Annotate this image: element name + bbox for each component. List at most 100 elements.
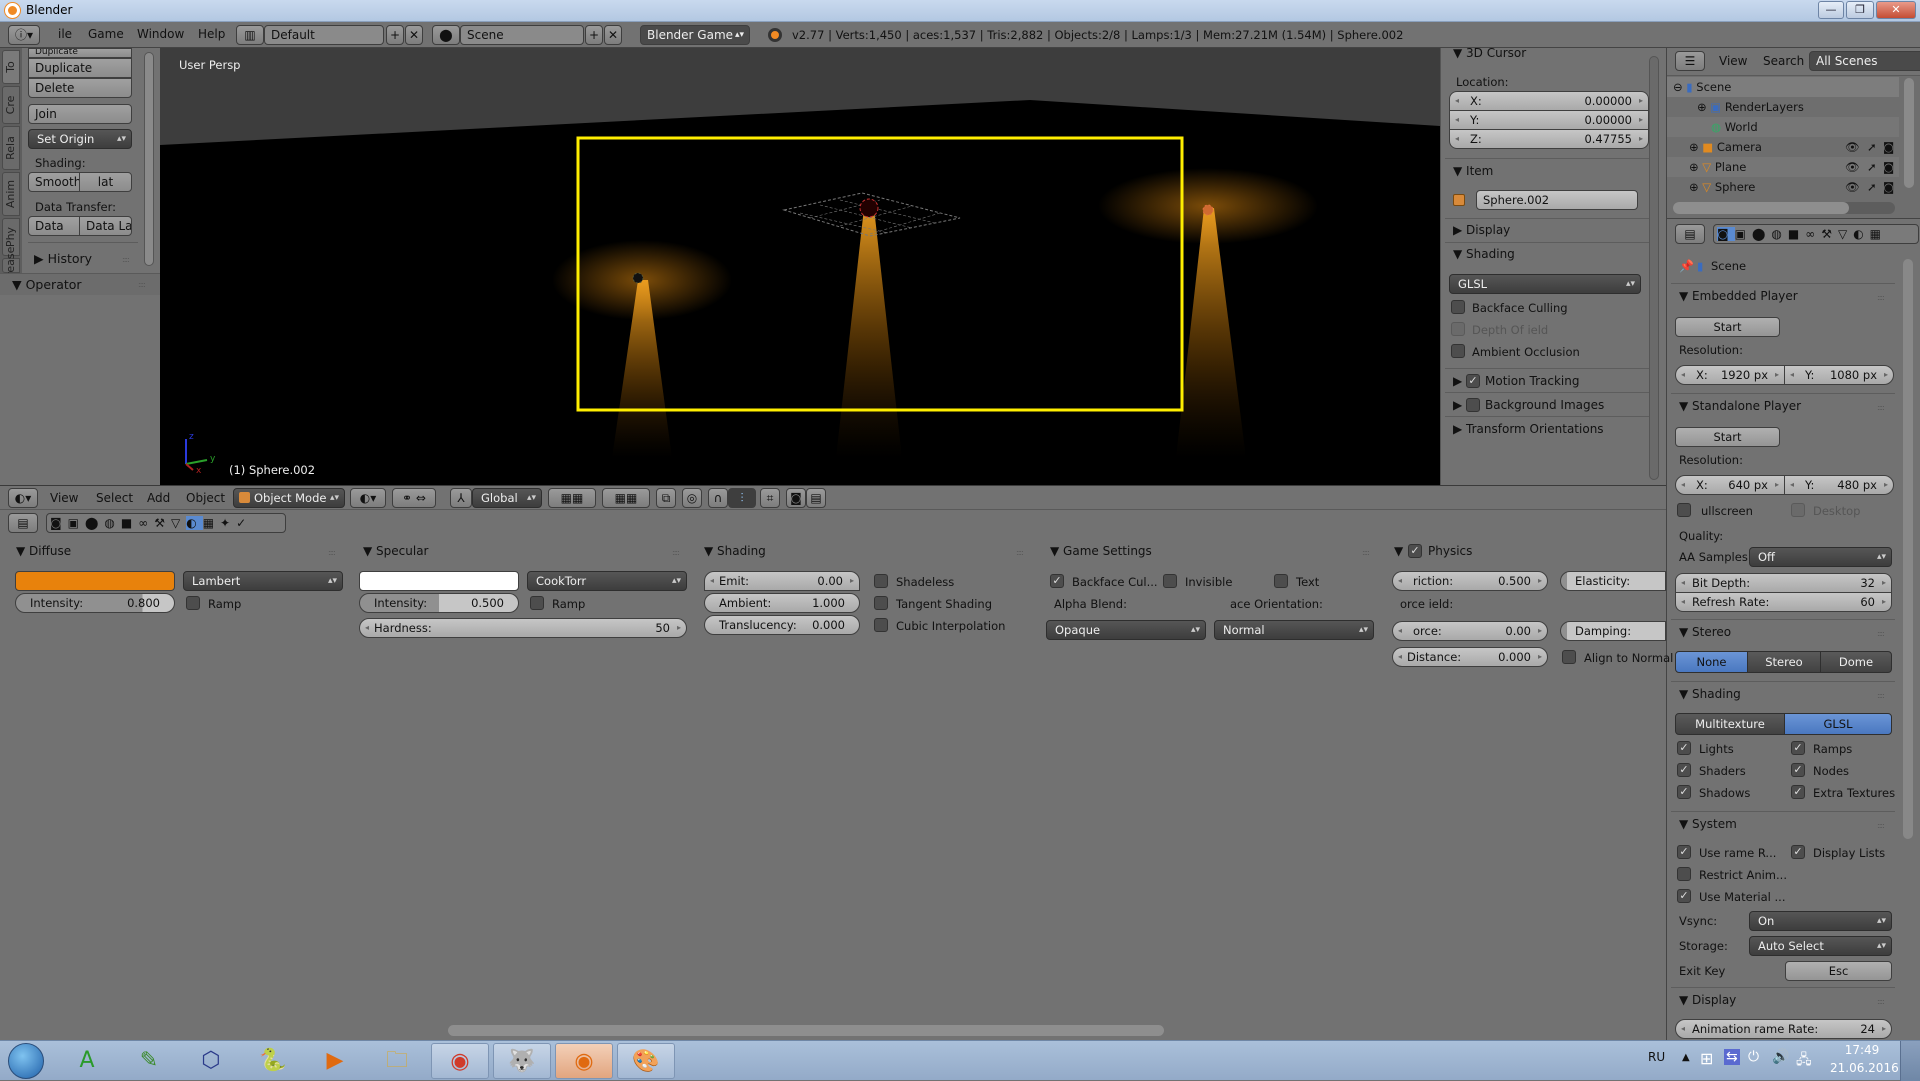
multitexture-option[interactable]: Multitexture — [1675, 713, 1785, 735]
tool-shelf-scrollbar[interactable] — [144, 52, 154, 266]
scene-icon[interactable]: ⬤ — [432, 25, 460, 45]
tab-create[interactable]: Cre — [2, 86, 20, 124]
hardness-field[interactable]: ◂ Hardness: 50 ▸ — [359, 618, 687, 638]
shadows-checkbox[interactable]: ✓ — [1677, 785, 1691, 799]
outliner-item-plane[interactable]: ⊕ ▽ Plane 👁 ➚ ◙ — [1667, 157, 1899, 177]
vsync-dropdown[interactable]: On ▴▾ — [1749, 911, 1892, 931]
embedded-start-button[interactable]: Start — [1675, 317, 1780, 337]
align-to-normal-checkbox[interactable] — [1562, 650, 1576, 664]
restore-button[interactable]: ❐ — [1846, 1, 1874, 19]
background-images-panel-header[interactable]: ▶ — [1453, 398, 1462, 412]
outliner-display-mode-dropdown[interactable]: All Scenes — [1809, 51, 1920, 71]
viewport-shading-icon[interactable]: ◐▾ — [350, 488, 386, 508]
extra-textures-checkbox[interactable]: ✓ — [1791, 785, 1805, 799]
panel-grip-icon[interactable]: :::: — [672, 548, 680, 557]
exit-key-button[interactable]: Esc — [1785, 961, 1892, 981]
outliner-item-renderlayers[interactable]: ⊕ ▣ RenderLayers — [1667, 97, 1899, 117]
specular-shader-dropdown[interactable]: CookTorr ▴▾ — [527, 571, 687, 591]
taskbar-app-blender-active[interactable]: ◉ — [555, 1043, 613, 1079]
menu-add[interactable]: Add — [147, 491, 170, 505]
clock-time[interactable]: 17:49 — [1842, 1043, 1882, 1057]
viewport-scene[interactable]: z y x — [160, 48, 1440, 485]
panel-grip-icon[interactable]: :::: — [1877, 403, 1885, 412]
layout-selector[interactable]: Default — [264, 25, 384, 45]
visibility-eye-icon[interactable]: 👁 — [1845, 137, 1860, 157]
pivot-point-icon[interactable]: ⚭ ⇔ — [392, 488, 436, 508]
3d-cursor-panel-header[interactable]: ▼ 3D Cursor — [1453, 46, 1526, 60]
select-arrow-icon[interactable]: ➚ — [1867, 177, 1877, 197]
panel-grip-icon[interactable]: :::: — [1016, 548, 1024, 557]
proportional-edit-icon[interactable]: ◎ — [682, 488, 702, 508]
physics-panel-header[interactable]: ▼ — [1394, 544, 1403, 558]
pin-icon[interactable]: 📌 — [1679, 259, 1694, 273]
object-name-field[interactable]: Sphere.002 — [1476, 190, 1638, 210]
shaders-checkbox[interactable]: ✓ — [1677, 763, 1691, 777]
panel-grip-icon[interactable]: :::: — [1877, 821, 1885, 830]
panel-grip-icon[interactable]: :::: — [328, 548, 336, 557]
depth-of-field-checkbox[interactable] — [1451, 322, 1465, 336]
specular-panel-header[interactable]: ▼ Specular — [363, 544, 429, 558]
outliner-vscrollbar[interactable] — [1904, 78, 1914, 188]
emit-field[interactable]: ◂ Emit: 0.00 ▸ — [704, 571, 860, 591]
delete-button[interactable]: Delete — [28, 78, 132, 98]
storage-dropdown[interactable]: Auto Select ▴▾ — [1749, 936, 1892, 956]
ambient-slider[interactable]: Ambient: 1.000 — [704, 593, 860, 613]
menu-game[interactable]: Game — [88, 27, 124, 41]
use-material-checkbox[interactable]: ✓ — [1677, 889, 1691, 903]
add-layout-icon[interactable]: + — [386, 25, 404, 45]
panel-grip-icon[interactable]: :::: — [1877, 293, 1885, 302]
snap-magnet-icon[interactable]: ∩ — [708, 488, 728, 508]
translucency-slider[interactable]: Translucency: 0.000 — [704, 615, 860, 635]
power-plug-icon[interactable]: ⏻ — [1748, 1049, 1759, 1065]
remove-layout-icon[interactable]: ✕ — [405, 25, 423, 45]
embedded-res-x-field[interactable]: ◂ X: 1920 px ▸ — [1675, 365, 1785, 385]
panel-grip-icon[interactable]: :::: — [1877, 629, 1885, 638]
outliner-hscrollbar[interactable] — [1673, 202, 1849, 214]
visibility-eye-icon[interactable]: 👁 — [1845, 157, 1860, 177]
menu-select[interactable]: Select — [96, 491, 133, 505]
standalone-res-x-field[interactable]: ◂ X: 640 px ▸ — [1675, 475, 1785, 495]
glsl-option[interactable]: GLSL — [1784, 713, 1892, 735]
specular-intensity-slider[interactable]: Intensity: 0.500 — [359, 593, 519, 613]
game-display-panel-header[interactable]: ▼ Display — [1679, 993, 1736, 1007]
nodes-checkbox[interactable]: ✓ — [1791, 763, 1805, 777]
properties-editor-type-icon[interactable]: ▤ — [1675, 224, 1705, 244]
network-icon[interactable]: 🖧 — [1796, 1049, 1812, 1073]
game-settings-panel-header[interactable]: ▼ Game Settings — [1050, 544, 1152, 558]
force-field[interactable]: ◂ orce: 0.00 ▸ — [1392, 621, 1548, 641]
expand-icon[interactable]: ⊕ — [1689, 160, 1699, 174]
lights-checkbox[interactable]: ✓ — [1677, 741, 1691, 755]
use-frame-rate-checkbox[interactable]: ✓ — [1677, 845, 1691, 859]
background-images-checkbox[interactable] — [1466, 398, 1480, 412]
motion-tracking-panel-header[interactable]: ▶ — [1453, 374, 1462, 388]
render-camera-icon[interactable]: ◙ — [1883, 177, 1894, 197]
select-arrow-icon[interactable]: ➚ — [1867, 137, 1877, 157]
render-camera-icon[interactable]: ◙ — [1883, 137, 1894, 157]
operator-panel-header[interactable]: ▼ Operator — [12, 277, 82, 292]
embedded-res-y-field[interactable]: ◂ Y: 1080 px ▸ — [1784, 365, 1894, 385]
scene-selector[interactable]: Scene — [460, 25, 584, 45]
expand-icon[interactable]: ⊕ — [1697, 100, 1707, 114]
properties-context-tabs[interactable]: ◙▣⬤◍■∞⚒▽◐▦ — [1713, 224, 1919, 244]
remove-scene-icon[interactable]: ✕ — [604, 25, 622, 45]
fullscreen-checkbox[interactable] — [1677, 503, 1691, 517]
menu-help[interactable]: Help — [198, 27, 225, 41]
lamp-object-right-selected[interactable] — [1202, 204, 1214, 216]
render-opengl-icon[interactable]: ◙ — [786, 488, 806, 508]
friction-field[interactable]: ◂ riction: 0.500 ▸ — [1392, 571, 1548, 591]
layout-icon[interactable]: ▥ — [236, 25, 264, 45]
shading-panel-header[interactable]: ▼ Shading — [1453, 247, 1515, 261]
manipulator-icon[interactable]: ⅄ — [450, 488, 472, 508]
flat-button[interactable]: lat — [79, 172, 132, 192]
desktop-checkbox[interactable] — [1791, 503, 1805, 517]
display-lists-checkbox[interactable]: ✓ — [1791, 845, 1805, 859]
clock-date[interactable]: 21.06.2016 — [1830, 1061, 1899, 1075]
expand-icon[interactable]: ⊕ — [1689, 140, 1699, 154]
physics-checkbox[interactable]: ✓ — [1408, 544, 1422, 558]
standalone-res-y-field[interactable]: ◂ Y: 480 px ▸ — [1784, 475, 1894, 495]
bit-depth-field[interactable]: ◂ Bit Depth: 32 ▸ — [1675, 573, 1892, 593]
elasticity-slider[interactable]: Elasticity: — [1560, 571, 1666, 591]
taskbar-app-file-explorer[interactable]: 🗀 — [368, 1043, 426, 1079]
tangent-shading-checkbox[interactable] — [874, 596, 888, 610]
taskbar-app-chrome[interactable]: ◉ — [431, 1043, 489, 1079]
